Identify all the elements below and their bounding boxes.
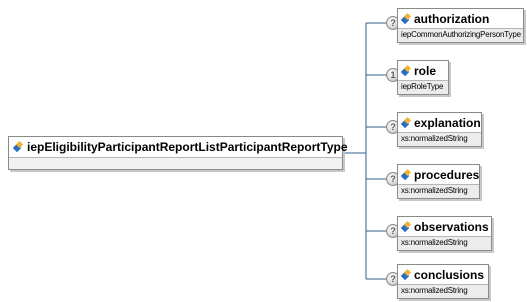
element-icon (401, 222, 411, 232)
element-role[interactable]: role iepRoleType (397, 60, 449, 95)
element-type: xs:normalizedString (398, 284, 488, 298)
root-type-name: iepEligibilityParticipantReportListParti… (27, 140, 348, 154)
element-type: iepCommonAuthorizingPersonType (398, 28, 523, 42)
element-name: procedures (414, 167, 480, 182)
element-icon (13, 142, 23, 152)
element-type: xs:normalizedString (398, 184, 479, 198)
element-explanation[interactable]: explanation xs:normalizedString (397, 112, 482, 147)
element-authorization[interactable]: authorization iepCommonAuthorizingPerson… (397, 8, 524, 43)
element-conclusions[interactable]: conclusions xs:normalizedString (397, 264, 489, 299)
element-observations[interactable]: observations xs:normalizedString (397, 216, 492, 251)
root-title-row: iepEligibilityParticipantReportListParti… (9, 137, 348, 158)
element-type: xs:normalizedString (398, 236, 491, 250)
schema-diagram: iepEligibilityParticipantReportListParti… (0, 0, 527, 302)
root-type-node[interactable]: iepEligibilityParticipantReportListParti… (8, 136, 348, 170)
element-icon (401, 270, 411, 280)
element-icon (401, 118, 411, 128)
element-name: authorization (414, 11, 490, 26)
element-name: observations (414, 219, 489, 234)
element-name: explanation (414, 115, 481, 130)
element-type: xs:normalizedString (398, 132, 481, 146)
element-name: conclusions (414, 267, 485, 282)
element-procedures[interactable]: procedures xs:normalizedString (397, 164, 480, 199)
element-icon (401, 66, 411, 76)
element-type: iepRoleType (398, 80, 448, 94)
element-icon (401, 14, 411, 24)
element-icon (401, 170, 411, 180)
element-name: role (414, 63, 437, 78)
